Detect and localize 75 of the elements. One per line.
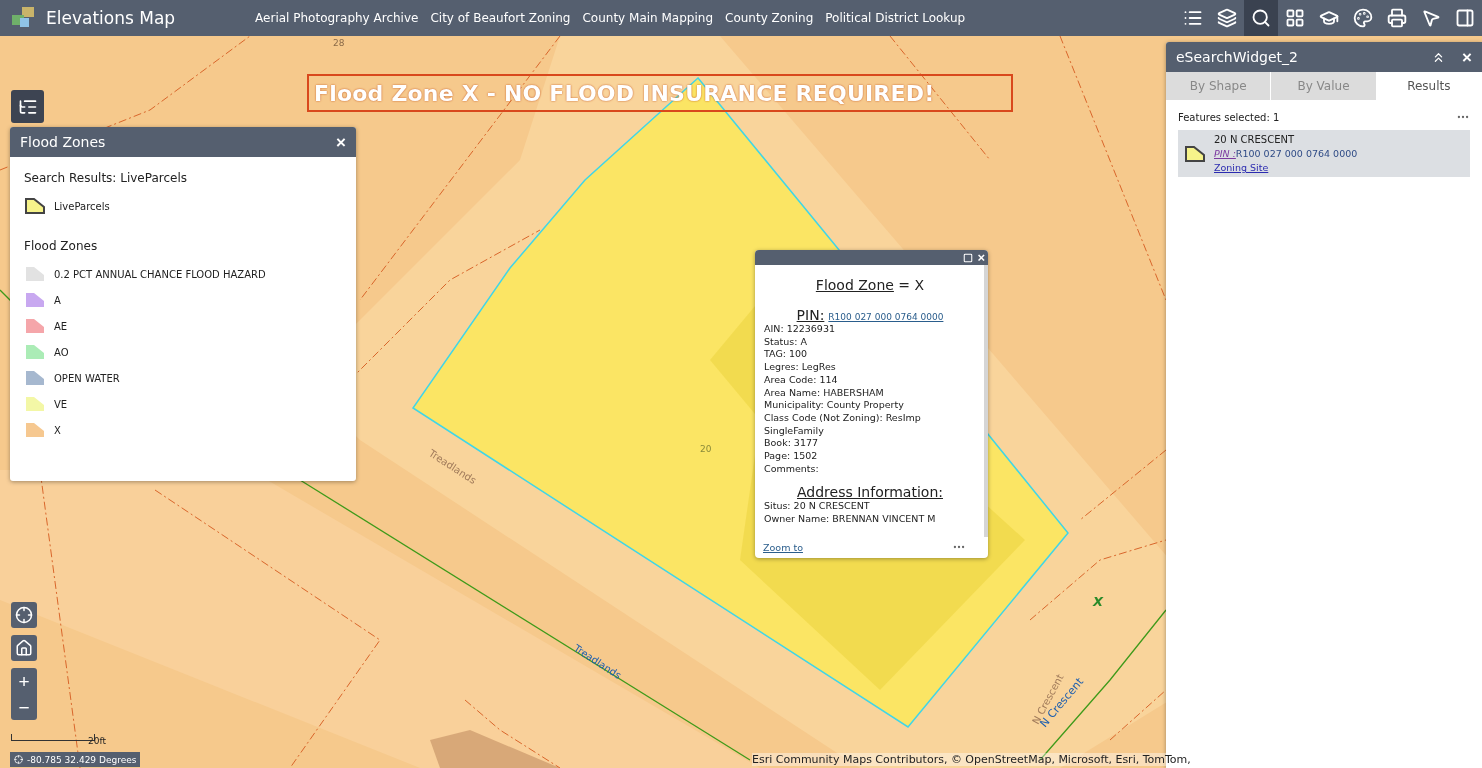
parcel-boundary-line [1109, 689, 1167, 741]
result-item[interactable]: 20 N CRESCENT PIN :R100 027 000 0764 0000 Zoning Site [1178, 130, 1470, 177]
side-panel-icon [1455, 8, 1475, 28]
locate-button[interactable] [11, 602, 37, 628]
attribute-text: AIN: 12236931 [764, 323, 836, 336]
attribute-text: Owner Name: BRENNAN VINCENT M [764, 513, 937, 526]
palette-icon [1353, 8, 1373, 28]
legend-label: AE [54, 320, 68, 332]
scale-label: 20ft [88, 736, 106, 746]
features-count: Features selected: 1 [1178, 111, 1280, 123]
nav-link[interactable]: County Zoning [725, 11, 814, 25]
zoom-to-link[interactable]: Zoom to [763, 541, 803, 553]
legend-label: A [54, 294, 61, 306]
attribute-text: Area Code: 114 [764, 373, 839, 387]
nav-link[interactable]: Political District Lookup [825, 11, 966, 25]
legend-label: 0.2 PCT ANNUAL CHANCE FLOOD HAZARD [54, 268, 266, 280]
pin-link[interactable]: R100 027 000 0764 0000 [828, 312, 944, 322]
maximize-icon[interactable] [963, 252, 974, 263]
popup-title: Flood Zone = X [814, 277, 926, 293]
logo-icon [10, 6, 36, 30]
map-label: X [1093, 594, 1104, 609]
section-heading: Address Information: [796, 484, 944, 501]
map-label: 20 [700, 444, 712, 454]
legend-heading: Search Results: LiveParcels [24, 171, 189, 185]
zoom-out-button[interactable]: − [11, 694, 37, 720]
map-label: 28 [333, 38, 345, 48]
print-icon [1387, 8, 1407, 28]
pin-label: PIN: [796, 307, 825, 323]
grid-icon [1285, 8, 1305, 28]
list-icon [1183, 8, 1203, 28]
legend-label: AO [54, 346, 69, 358]
close-button[interactable]: × [336, 133, 346, 151]
zoom-in-button[interactable]: + [11, 668, 37, 694]
coordinates-text: -80.785 32.429 Degrees [27, 754, 137, 765]
home-button[interactable] [11, 635, 37, 661]
attribute-text: Situs: 20 N CRESCENT [764, 500, 871, 514]
panel-title: eSearchWidget_2 [1176, 49, 1298, 65]
close-button[interactable]: × [1462, 48, 1472, 66]
crosshair-icon [14, 755, 23, 764]
nav-link[interactable]: Aerial Photography Archive [255, 11, 419, 25]
attribute-text: Book: 3177 [764, 437, 820, 451]
pointer-icon [1421, 8, 1441, 28]
attribute-text: Class Code (Not Zoning): ResImp [764, 411, 922, 425]
tab[interactable]: Results [1376, 72, 1482, 100]
result-title: 20 N CRESCENT [1214, 134, 1296, 145]
legend-label: LiveParcels [54, 200, 110, 212]
attribute-text: Legres: LegRes [764, 361, 837, 374]
graduation-cap-icon [1319, 8, 1339, 28]
nav-link[interactable]: City of Beaufort Zoning [430, 11, 571, 25]
attribution-text: Esri Community Maps Contributors, © OpenStreetMap, Microsoft, Esri, TomTom, [752, 753, 1191, 766]
legend-heading: Flood Zones [24, 239, 99, 253]
close-button[interactable]: × [977, 251, 985, 264]
toolbar-button[interactable] [1244, 0, 1278, 36]
legend-label: OPEN WATER [54, 372, 120, 384]
zoning-site-link[interactable]: Zoning Site [1214, 162, 1358, 173]
search-icon [1251, 8, 1271, 28]
attribute-text: Status: A [764, 335, 808, 349]
result-pin: PIN :R100 027 000 0764 0000 [1214, 148, 1358, 159]
layers-icon [1217, 8, 1237, 28]
attribute-text: Municipality: County Property [764, 399, 905, 412]
attribute-text: Comments: [764, 462, 820, 476]
locate-icon [15, 606, 33, 624]
attribute-text: TAG: 100 [764, 348, 809, 362]
legend-button[interactable] [11, 90, 44, 123]
panel-title: Flood Zones [20, 134, 106, 150]
legend-swatch-icon [1184, 144, 1206, 163]
attribute-text: SingleFamily [764, 424, 825, 438]
legend-label: VE [54, 398, 68, 410]
map[interactable] [0, 36, 1482, 768]
home-icon [15, 639, 33, 657]
legend-label: X [54, 424, 61, 436]
app-title: Elevations Map [46, 8, 176, 28]
attribute-text: Area Name: HABERSHAM [764, 386, 885, 400]
nav-link[interactable]: County Main Mapping [582, 11, 713, 25]
attribute-text: Page: 1502 [764, 450, 819, 463]
